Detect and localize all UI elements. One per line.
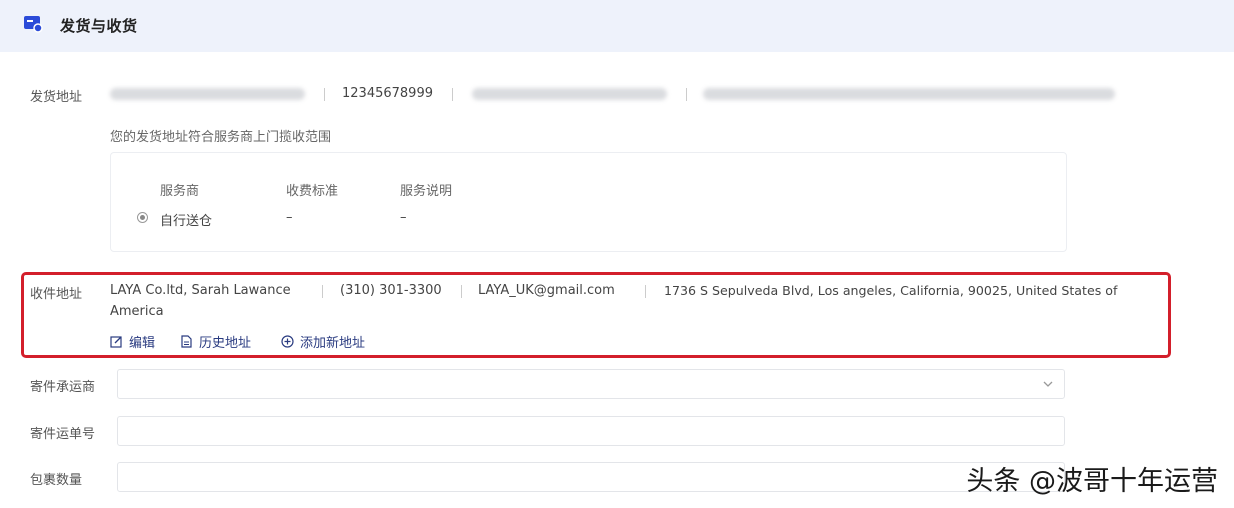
divider bbox=[461, 285, 462, 298]
service-provider-table bbox=[110, 152, 1067, 252]
receiver-name: LAYA Co.ltd, Sarah Lawance bbox=[110, 283, 291, 298]
package-count-input[interactable] bbox=[117, 462, 1065, 492]
page-title: 发货与收货 bbox=[60, 17, 138, 35]
provider-description: – bbox=[400, 210, 407, 225]
redacted-sender-email bbox=[472, 88, 667, 100]
pickup-range-note: 您的发货地址符合服务商上门揽收范围 bbox=[110, 130, 332, 145]
receiver-email: LAYA_UK@gmail.com bbox=[478, 283, 615, 298]
tracking-number-input[interactable] bbox=[117, 416, 1065, 446]
divider bbox=[645, 285, 646, 298]
package-count-label: 包裹数量 bbox=[30, 473, 83, 488]
add-new-address-label: 添加新地址 bbox=[300, 336, 366, 351]
receiver-address: 1736 S Sepulveda Blvd, Los angeles, Cali… bbox=[664, 283, 1118, 298]
sender-address-label: 发货地址 bbox=[30, 90, 83, 105]
plus-circle-icon bbox=[281, 335, 294, 348]
receiver-phone: (310) 301-3300 bbox=[340, 283, 442, 298]
divider bbox=[322, 285, 323, 298]
column-header-provider: 服务商 bbox=[160, 184, 200, 199]
history-label: 历史地址 bbox=[199, 336, 252, 351]
watermark: 头条 @波哥十年运营 bbox=[966, 466, 1218, 497]
section-header: 发货与收货 bbox=[0, 0, 1234, 52]
redacted-sender-address bbox=[703, 88, 1115, 100]
provider-fee: – bbox=[286, 210, 293, 225]
redacted-sender-name bbox=[110, 88, 305, 100]
divider bbox=[324, 88, 325, 101]
column-header-fee: 收费标准 bbox=[286, 184, 339, 199]
sender-phone: 12345678999 bbox=[342, 86, 433, 101]
tracking-number-label: 寄件运单号 bbox=[30, 427, 96, 442]
truck-card-icon bbox=[24, 16, 43, 33]
carrier-select[interactable] bbox=[117, 369, 1065, 399]
edit-label: 编辑 bbox=[129, 336, 156, 351]
chevron-down-icon bbox=[1043, 381, 1053, 387]
edit-address-button[interactable]: 编辑 bbox=[110, 332, 155, 351]
carrier-label: 寄件承运商 bbox=[30, 380, 96, 395]
history-address-button[interactable]: 历史地址 bbox=[180, 332, 251, 351]
edit-icon bbox=[110, 336, 122, 348]
add-new-address-button[interactable]: 添加新地址 bbox=[281, 332, 365, 351]
receiver-address-continued: America bbox=[110, 304, 164, 319]
provider-radio[interactable] bbox=[137, 212, 148, 223]
document-icon bbox=[181, 335, 192, 348]
divider bbox=[452, 88, 453, 101]
column-header-description: 服务说明 bbox=[400, 184, 453, 199]
provider-name: 自行送仓 bbox=[160, 214, 213, 229]
receiver-address-label: 收件地址 bbox=[30, 287, 83, 302]
divider bbox=[686, 88, 687, 101]
